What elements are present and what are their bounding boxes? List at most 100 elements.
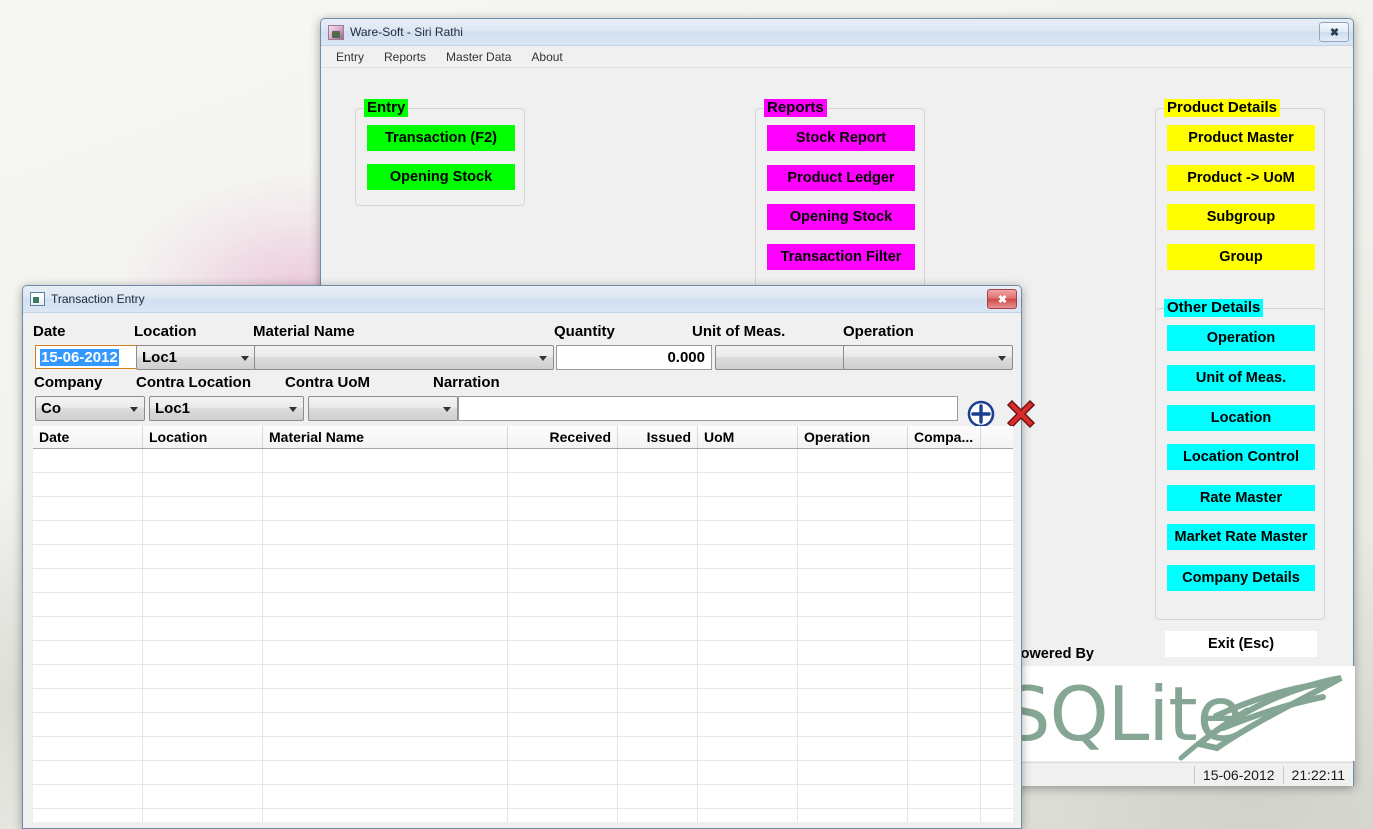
table-cell[interactable]	[33, 521, 143, 544]
table-cell[interactable]	[981, 569, 1013, 592]
table-cell[interactable]	[33, 473, 143, 496]
table-cell[interactable]	[618, 593, 698, 616]
location-combo[interactable]: Loc1	[136, 345, 256, 370]
transaction-entry-titlebar[interactable]: Transaction Entry ✖	[23, 286, 1021, 313]
unit-of-meas-combo[interactable]	[715, 345, 863, 370]
table-cell[interactable]	[698, 809, 798, 822]
table-cell[interactable]	[981, 785, 1013, 808]
table-cell[interactable]	[908, 641, 981, 664]
table-row[interactable]	[33, 449, 1013, 473]
table-cell[interactable]	[798, 665, 908, 688]
table-row[interactable]	[33, 617, 1013, 641]
table-cell[interactable]	[981, 545, 1013, 568]
menu-item-about[interactable]: About	[522, 47, 571, 67]
table-cell[interactable]	[33, 617, 143, 640]
button-opening-stock-report[interactable]: Opening Stock	[767, 204, 915, 230]
table-cell[interactable]	[143, 473, 263, 496]
table-cell[interactable]	[263, 761, 508, 784]
table-row[interactable]	[33, 641, 1013, 665]
table-row[interactable]	[33, 521, 1013, 545]
table-row[interactable]	[33, 497, 1013, 521]
table-row[interactable]	[33, 665, 1013, 689]
table-cell[interactable]	[798, 785, 908, 808]
grid-header-cell[interactable]: Location	[143, 426, 263, 448]
grid-header-cell[interactable]	[981, 426, 1013, 448]
table-row[interactable]	[33, 569, 1013, 593]
table-cell[interactable]	[798, 713, 908, 736]
table-cell[interactable]	[618, 545, 698, 568]
table-cell[interactable]	[33, 593, 143, 616]
table-cell[interactable]	[33, 737, 143, 760]
date-input[interactable]: 15-06-2012	[35, 345, 139, 369]
table-cell[interactable]	[798, 689, 908, 712]
table-cell[interactable]	[981, 761, 1013, 784]
table-cell[interactable]	[908, 569, 981, 592]
button-company-details[interactable]: Company Details	[1167, 565, 1315, 591]
table-cell[interactable]	[263, 641, 508, 664]
table-cell[interactable]	[618, 569, 698, 592]
table-row[interactable]	[33, 785, 1013, 809]
table-cell[interactable]	[798, 473, 908, 496]
button-opening-stock-entry[interactable]: Opening Stock	[367, 164, 515, 190]
table-cell[interactable]	[143, 569, 263, 592]
table-cell[interactable]	[618, 617, 698, 640]
button-location-control[interactable]: Location Control	[1167, 444, 1315, 470]
table-cell[interactable]	[508, 809, 618, 822]
table-cell[interactable]	[263, 545, 508, 568]
table-cell[interactable]	[981, 713, 1013, 736]
table-cell[interactable]	[263, 713, 508, 736]
table-cell[interactable]	[33, 545, 143, 568]
table-row[interactable]	[33, 473, 1013, 497]
table-cell[interactable]	[263, 617, 508, 640]
button-product-master[interactable]: Product Master	[1167, 125, 1315, 151]
transaction-grid[interactable]: Date Location Material Name Received Issued U…	[33, 426, 1013, 822]
transaction-grid-body[interactable]	[33, 449, 1013, 822]
table-cell[interactable]	[508, 785, 618, 808]
table-cell[interactable]	[508, 545, 618, 568]
button-operation[interactable]: Operation	[1167, 325, 1315, 351]
grid-header-cell[interactable]: Issued	[618, 426, 698, 448]
table-cell[interactable]	[143, 641, 263, 664]
table-cell[interactable]	[618, 449, 698, 472]
table-cell[interactable]	[698, 689, 798, 712]
table-cell[interactable]	[33, 665, 143, 688]
table-cell[interactable]	[908, 593, 981, 616]
table-cell[interactable]	[618, 497, 698, 520]
table-row[interactable]	[33, 689, 1013, 713]
grid-header-cell[interactable]: Material Name	[263, 426, 508, 448]
table-cell[interactable]	[143, 521, 263, 544]
table-cell[interactable]	[143, 689, 263, 712]
table-cell[interactable]	[263, 569, 508, 592]
table-cell[interactable]	[618, 785, 698, 808]
button-location[interactable]: Location	[1167, 405, 1315, 431]
button-product-to-uom[interactable]: Product -> UoM	[1167, 165, 1315, 191]
table-cell[interactable]	[981, 665, 1013, 688]
button-stock-report[interactable]: Stock Report	[767, 125, 915, 151]
table-cell[interactable]	[143, 497, 263, 520]
table-cell[interactable]	[618, 665, 698, 688]
table-cell[interactable]	[798, 449, 908, 472]
table-cell[interactable]	[908, 497, 981, 520]
narration-input[interactable]	[458, 396, 958, 421]
table-cell[interactable]	[618, 641, 698, 664]
table-row[interactable]	[33, 545, 1013, 569]
grid-header-cell[interactable]: Received	[508, 426, 618, 448]
table-cell[interactable]	[263, 473, 508, 496]
table-cell[interactable]	[143, 737, 263, 760]
table-cell[interactable]	[908, 665, 981, 688]
grid-header-cell[interactable]: Operation	[798, 426, 908, 448]
table-cell[interactable]	[698, 473, 798, 496]
table-cell[interactable]	[263, 449, 508, 472]
table-cell[interactable]	[908, 785, 981, 808]
transaction-entry-close-button[interactable]: ✖	[987, 289, 1017, 309]
table-cell[interactable]	[698, 497, 798, 520]
table-cell[interactable]	[908, 617, 981, 640]
exit-button[interactable]: Exit (Esc)	[1164, 630, 1318, 658]
table-cell[interactable]	[143, 761, 263, 784]
table-cell[interactable]	[143, 785, 263, 808]
table-cell[interactable]	[908, 761, 981, 784]
table-cell[interactable]	[263, 593, 508, 616]
table-cell[interactable]	[908, 689, 981, 712]
table-cell[interactable]	[698, 545, 798, 568]
table-cell[interactable]	[908, 545, 981, 568]
